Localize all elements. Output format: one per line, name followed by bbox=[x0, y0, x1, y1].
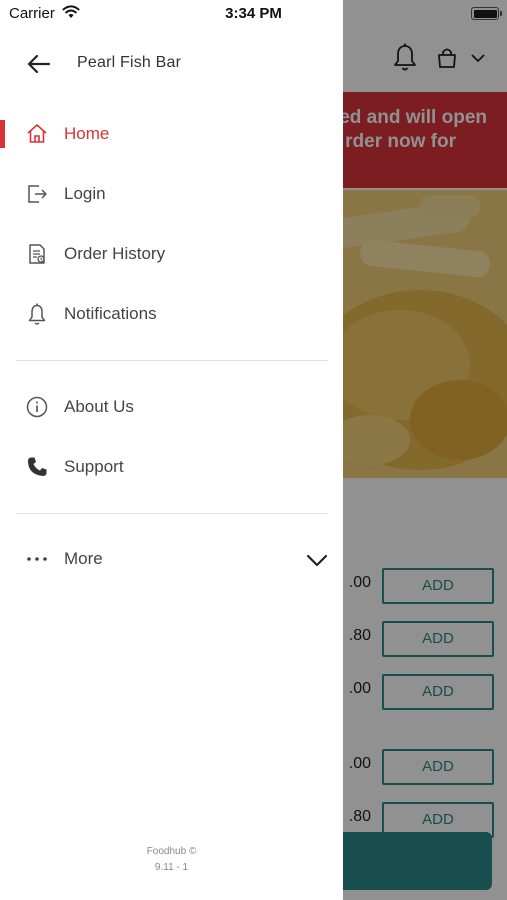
back-arrow-icon[interactable] bbox=[25, 50, 53, 78]
chevron-down-icon[interactable] bbox=[305, 548, 329, 572]
phone-icon bbox=[28, 457, 47, 476]
active-indicator bbox=[0, 120, 5, 148]
menu-item-about-us[interactable]: About Us bbox=[0, 382, 343, 432]
drawer-header: Pearl Fish Bar bbox=[0, 40, 343, 88]
menu-item-login[interactable]: Login bbox=[0, 169, 343, 219]
menu-item-more[interactable]: More bbox=[0, 534, 343, 584]
more-dots-icon bbox=[27, 557, 47, 561]
status-time: 3:34 PM bbox=[225, 5, 282, 22]
order-history-icon bbox=[29, 244, 45, 264]
menu-item-notifications[interactable]: Notifications bbox=[0, 289, 343, 339]
menu-item-order-history[interactable]: Order History bbox=[0, 229, 343, 279]
home-icon bbox=[27, 124, 47, 143]
menu-item-label: More bbox=[64, 549, 103, 568]
status-bar: Carrier 3:34 PM bbox=[0, 0, 507, 28]
menu-item-support[interactable]: Support bbox=[0, 442, 343, 492]
divider bbox=[16, 513, 328, 514]
bell-icon bbox=[28, 303, 46, 325]
divider bbox=[16, 360, 328, 361]
menu-item-label: Notifications bbox=[64, 304, 157, 323]
menu-item-label: Order History bbox=[64, 244, 166, 263]
battery-icon bbox=[471, 7, 502, 20]
menu-item-label: Login bbox=[64, 184, 106, 203]
menu-item-home[interactable]: Home bbox=[0, 109, 343, 159]
menu-item-label: About Us bbox=[64, 397, 134, 416]
info-icon bbox=[26, 396, 48, 418]
menu-item-label: Support bbox=[64, 457, 124, 476]
login-icon bbox=[28, 185, 47, 203]
app-version: 9.11 - 1 bbox=[154, 862, 189, 873]
footer-brand: Foodhub © bbox=[146, 846, 197, 857]
menu-item-label: Home bbox=[64, 124, 110, 143]
restaurant-name: Pearl Fish Bar bbox=[77, 54, 182, 71]
navigation-drawer: Pearl Fish Bar Home Login Order History bbox=[0, 0, 343, 900]
